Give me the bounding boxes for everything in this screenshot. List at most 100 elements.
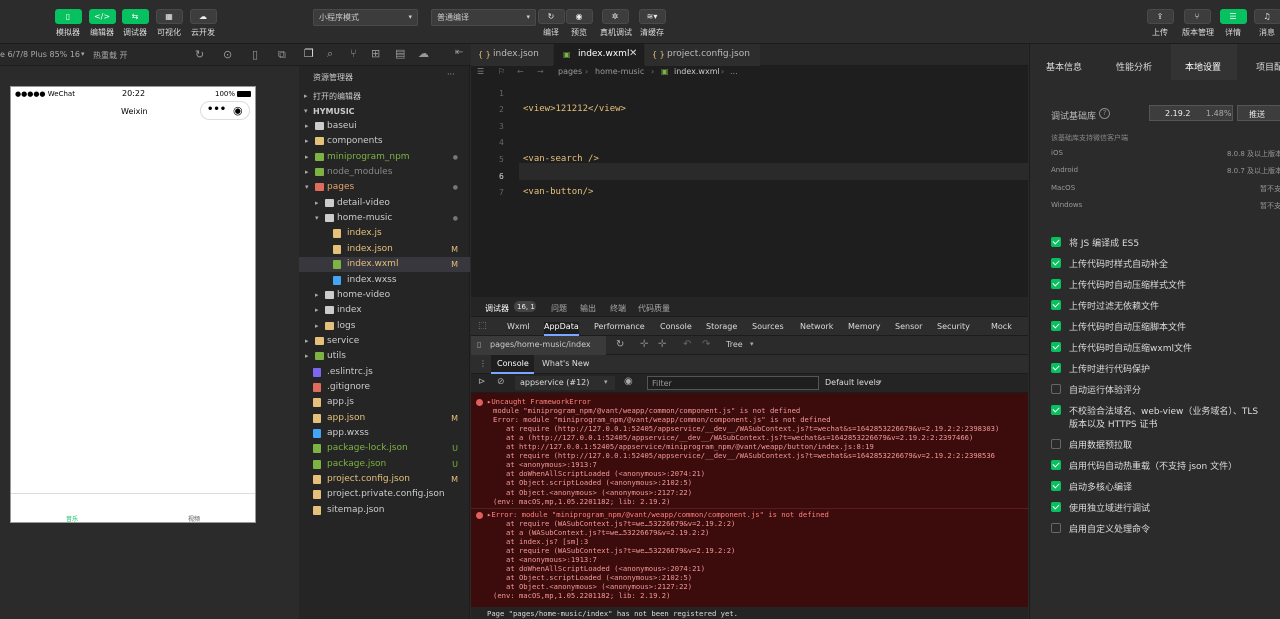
visual-button[interactable]: ▦ 可视化: [154, 9, 184, 38]
device-debug-button[interactable]: ✲ 真机调试: [600, 9, 632, 38]
checkbox[interactable]: [1051, 405, 1061, 415]
clear-icon[interactable]: ⊘: [497, 377, 505, 387]
checkbox[interactable]: [1051, 481, 1061, 491]
project-section[interactable]: ▾ HYMUSIC: [299, 104, 470, 119]
file-row[interactable]: ▸ detail-video: [299, 196, 470, 211]
stop-icon[interactable]: ⊙: [223, 48, 232, 61]
file-row[interactable]: package.json U: [299, 457, 470, 472]
file-row[interactable]: ▾ home-music ●: [299, 211, 470, 226]
list-icon[interactable]: ☰: [477, 67, 484, 76]
file-row[interactable]: ▸ baseui: [299, 119, 470, 134]
messages-button[interactable]: ♫ 消息: [1252, 9, 1280, 38]
checkbox[interactable]: [1051, 279, 1061, 289]
file-row[interactable]: ▸ node_modules: [299, 165, 470, 180]
file-row[interactable]: ▸ utils: [299, 349, 470, 364]
tab-security[interactable]: Security: [937, 322, 970, 331]
extensions-icon[interactable]: ⊞: [371, 47, 380, 60]
search-icon[interactable]: ⌕: [327, 47, 333, 61]
editor-button[interactable]: </> 编辑器: [87, 9, 117, 38]
file-row[interactable]: ▾ pages ●: [299, 180, 470, 195]
file-row[interactable]: package-lock.json U: [299, 441, 470, 456]
collapse-icon[interactable]: ⇤: [455, 47, 463, 58]
window-icon[interactable]: ⧉: [278, 48, 286, 62]
upload-button[interactable]: ⇪ 上传: [1145, 9, 1175, 38]
file-row[interactable]: project.private.config.json: [299, 487, 470, 502]
breadcrumb-item[interactable]: pages: [558, 67, 582, 76]
tab-output[interactable]: 输出: [580, 303, 596, 314]
file-row[interactable]: index.js: [299, 226, 470, 241]
hot-reload-select[interactable]: 热重载 开: [93, 50, 128, 61]
tab-network[interactable]: Network: [800, 322, 833, 331]
git-icon[interactable]: ⑂: [350, 47, 357, 60]
file-row[interactable]: index.wxss: [299, 273, 470, 288]
checkbox[interactable]: [1051, 300, 1061, 310]
cloud-icon[interactable]: ☁: [418, 47, 429, 60]
checkbox[interactable]: [1051, 523, 1061, 533]
tab-storage[interactable]: Storage: [706, 322, 737, 331]
undo-icon[interactable]: ↶: [683, 339, 691, 350]
tab-debugger[interactable]: 调试器: [485, 303, 509, 314]
tab-basic-info[interactable]: 基本信息: [1046, 60, 1082, 73]
tab-memory[interactable]: Memory: [848, 322, 881, 331]
checkbox[interactable]: [1051, 384, 1061, 394]
checkbox[interactable]: [1051, 321, 1061, 331]
clear-cache-button[interactable]: ≋▾ 清缓存: [637, 9, 667, 38]
open-editors-section[interactable]: ▸ 打开的编辑器: [299, 89, 470, 104]
preview-button[interactable]: ◉ 预览: [564, 9, 594, 38]
tab-terminal[interactable]: 终端: [610, 303, 626, 314]
file-row[interactable]: index.wxml M: [299, 257, 470, 273]
context-select[interactable]: appservice (#12) ▾: [515, 376, 615, 390]
sidebar-toggle-icon[interactable]: ⊳: [478, 377, 486, 387]
file-row[interactable]: ▸ miniprogram_npm ●: [299, 150, 470, 165]
file-row[interactable]: ▸ logs: [299, 319, 470, 334]
tab-performance[interactable]: 性能分析: [1116, 60, 1152, 73]
close-capsule-icon[interactable]: ◉: [233, 104, 243, 117]
redo-icon[interactable]: ↷: [702, 339, 710, 350]
cloud-button[interactable]: ☁ 云开发: [188, 9, 218, 38]
tab-wxml[interactable]: Wxml: [507, 322, 530, 331]
tab-sensor[interactable]: Sensor: [895, 322, 922, 331]
tab-problems[interactable]: 问题: [551, 303, 567, 314]
tab-project-config[interactable]: 项目配: [1256, 60, 1280, 73]
checkbox[interactable]: [1051, 460, 1061, 470]
page-path-tab[interactable]: ▯ pages/home-music/index: [471, 336, 606, 355]
version-button[interactable]: ⑂ 版本管理: [1182, 9, 1214, 38]
inspect-icon[interactable]: ⬚: [478, 321, 487, 331]
file-row[interactable]: app.json M: [299, 411, 470, 426]
tab-mock[interactable]: Mock: [991, 322, 1012, 331]
tab-appdata[interactable]: AppData: [544, 322, 579, 336]
tab-console[interactable]: Console: [660, 322, 692, 331]
save-icon[interactable]: ▤: [395, 47, 405, 60]
push-button[interactable]: 推送: [1237, 105, 1280, 121]
lib-version-select[interactable]: 2.19.2 1.48%: [1149, 105, 1233, 121]
bookmark-icon[interactable]: ⚐: [498, 67, 505, 76]
file-row[interactable]: sitemap.json: [299, 503, 470, 518]
tab-sources[interactable]: Sources: [752, 322, 784, 331]
compile-button[interactable]: ↻ 编译: [536, 9, 566, 38]
file-row[interactable]: ▸ service: [299, 334, 470, 349]
file-row[interactable]: .gitignore: [299, 380, 470, 395]
capsule-button[interactable]: ••• ◉: [200, 101, 250, 120]
checkbox[interactable]: [1051, 342, 1061, 352]
tabbar-item-video[interactable]: 视频: [188, 514, 200, 523]
refresh-icon[interactable]: ↻: [195, 48, 204, 61]
code-editor[interactable]: ☰ ⚐ ← → pages › home-music › ▣ index.wxm…: [471, 66, 1028, 297]
simulator-button[interactable]: ▯ 模拟器: [53, 9, 83, 38]
device-select[interactable]: e 6/7/8 Plus 85% 16: [0, 50, 80, 59]
debugger-button[interactable]: ⇆ 调试器: [120, 9, 150, 38]
tab-index-json[interactable]: { } index.json: [471, 44, 553, 66]
files-icon[interactable]: ❐: [304, 47, 314, 60]
refresh-icon[interactable]: ↻: [616, 339, 624, 350]
forward-icon[interactable]: →: [537, 67, 544, 76]
tree-select[interactable]: Tree: [726, 340, 743, 349]
tabbar-item-music[interactable]: 音乐: [66, 514, 78, 523]
phone-icon[interactable]: ▯: [252, 48, 258, 61]
close-icon[interactable]: ✕: [629, 48, 637, 59]
file-row[interactable]: app.wxss: [299, 426, 470, 441]
breadcrumb-item[interactable]: index.wxml: [674, 67, 720, 76]
tab-performance[interactable]: Performance: [594, 322, 645, 331]
tab-local-settings[interactable]: 本地设置: [1171, 44, 1237, 80]
tab-console[interactable]: Console: [491, 355, 534, 374]
expand-icon[interactable]: ✛: [640, 339, 648, 350]
mode-select[interactable]: 小程序模式 ▾: [313, 9, 418, 26]
